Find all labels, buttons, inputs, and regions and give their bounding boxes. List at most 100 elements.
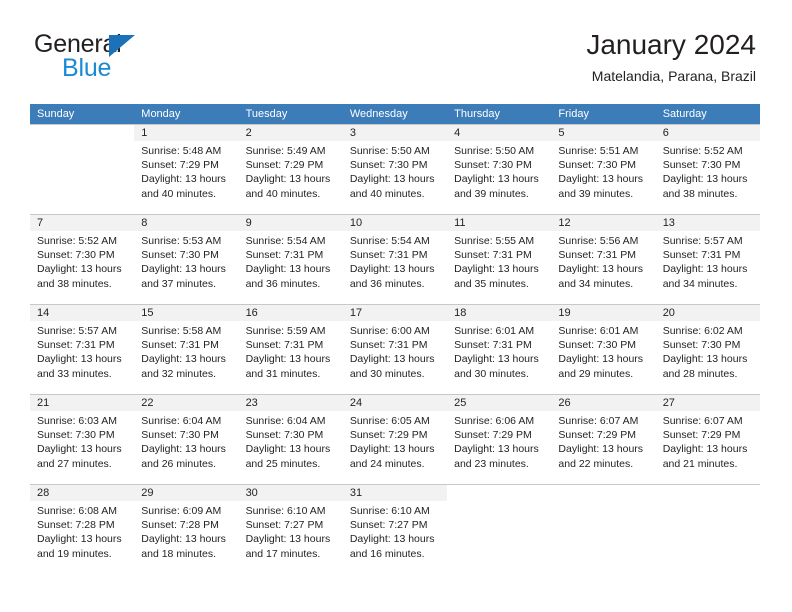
daylight-line-2: and 21 minutes. [662,457,738,470]
day-number: 26 [551,395,656,411]
day-cell-inner: 19 Sunrise: 6:01 AM Sunset: 7:30 PM Dayl… [551,305,656,394]
daylight-line-1: Daylight: 13 hours [454,263,539,276]
day-cell[interactable] [447,484,552,575]
day-details: Sunrise: 6:10 AM Sunset: 7:27 PM Dayligh… [239,501,343,561]
day-cell-inner [447,485,552,575]
calendar-page: General Blue January 2024 Matelandia, Pa… [0,0,792,612]
day-cell[interactable]: 12 Sunrise: 5:56 AM Sunset: 7:31 PM Dayl… [551,214,656,305]
day-cell[interactable]: 25 Sunrise: 6:06 AM Sunset: 7:29 PM Dayl… [447,394,552,485]
day-cell-inner: 22 Sunrise: 6:04 AM Sunset: 7:30 PM Dayl… [134,395,239,484]
day-cell[interactable]: 10 Sunrise: 5:54 AM Sunset: 7:31 PM Dayl… [342,214,448,305]
day-number: 29 [134,485,239,501]
day-cell[interactable]: 27 Sunrise: 6:07 AM Sunset: 7:29 PM Dayl… [655,394,760,485]
day-cell[interactable]: 21 Sunrise: 6:03 AM Sunset: 7:30 PM Dayl… [30,394,135,485]
day-cell[interactable]: 5 Sunrise: 5:51 AM Sunset: 7:30 PM Dayli… [551,124,656,215]
day-cell-inner: 31 Sunrise: 6:10 AM Sunset: 7:27 PM Dayl… [342,485,448,575]
day-number: 14 [30,305,135,321]
day-cell[interactable]: 16 Sunrise: 5:59 AM Sunset: 7:31 PM Dayl… [238,304,343,395]
daylight-line-2: and 36 minutes. [245,277,321,290]
day-cell[interactable] [551,484,656,575]
day-cell[interactable]: 30 Sunrise: 6:10 AM Sunset: 7:27 PM Dayl… [238,484,343,575]
daylight-line-1: Daylight: 13 hours [662,263,748,276]
day-cell[interactable]: 26 Sunrise: 6:07 AM Sunset: 7:29 PM Dayl… [551,394,656,485]
day-cell[interactable]: 2 Sunrise: 5:49 AM Sunset: 7:29 PM Dayli… [238,124,343,215]
day-cell[interactable]: 28 Sunrise: 6:08 AM Sunset: 7:28 PM Dayl… [30,484,135,575]
day-cell[interactable]: 4 Sunrise: 5:50 AM Sunset: 7:30 PM Dayli… [447,124,552,215]
daylight-line-2: and 30 minutes. [349,367,425,380]
sunset-line: Sunset: 7:31 PM [349,339,428,352]
general-blue-logo[interactable]: General Blue [34,30,224,82]
daylight-line-2: and 28 minutes. [662,367,738,380]
sunset-line: Sunset: 7:27 PM [245,519,324,532]
sunset-line: Sunset: 7:30 PM [558,339,637,352]
day-details: Sunrise: 6:05 AM Sunset: 7:29 PM Dayligh… [343,411,447,471]
day-cell-inner: 11 Sunrise: 5:55 AM Sunset: 7:31 PM Dayl… [447,215,552,304]
sunrise-line: Sunrise: 5:59 AM [245,325,326,337]
daylight-line-2: and 30 minutes. [454,367,529,380]
daylight-line-1: Daylight: 13 hours [37,263,122,276]
day-number: 10 [342,215,448,231]
day-number: 6 [655,125,760,141]
title-block: January 2024 Matelandia, Parana, Brazil [586,28,756,86]
daylight-line-1: Daylight: 13 hours [558,263,644,276]
day-cell-inner: 8 Sunrise: 5:53 AM Sunset: 7:30 PM Dayli… [134,215,239,304]
day-cell[interactable]: 8 Sunrise: 5:53 AM Sunset: 7:30 PM Dayli… [134,214,239,305]
day-details: Sunrise: 6:00 AM Sunset: 7:31 PM Dayligh… [343,321,447,381]
day-cell-inner: 3 Sunrise: 5:50 AM Sunset: 7:30 PM Dayli… [342,125,448,214]
day-cell[interactable] [30,124,135,215]
day-details: Sunrise: 5:55 AM Sunset: 7:31 PM Dayligh… [447,231,551,291]
day-details [447,501,551,504]
day-number: 17 [342,305,448,321]
daylight-line-2: and 26 minutes. [141,457,216,470]
day-details: Sunrise: 5:54 AM Sunset: 7:31 PM Dayligh… [239,231,343,291]
daylight-line-1: Daylight: 13 hours [454,353,539,366]
sunset-line: Sunset: 7:31 PM [454,249,532,262]
day-cell[interactable]: 3 Sunrise: 5:50 AM Sunset: 7:30 PM Dayli… [342,124,448,215]
day-cell[interactable]: 1 Sunrise: 5:48 AM Sunset: 7:29 PM Dayli… [134,124,239,215]
day-cell-inner: 18 Sunrise: 6:01 AM Sunset: 7:31 PM Dayl… [447,305,552,394]
sunrise-line: Sunrise: 5:49 AM [245,145,326,157]
day-cell-inner: 29 Sunrise: 6:09 AM Sunset: 7:28 PM Dayl… [134,485,239,575]
day-details: Sunrise: 5:58 AM Sunset: 7:31 PM Dayligh… [134,321,238,381]
day-cell[interactable]: 19 Sunrise: 6:01 AM Sunset: 7:30 PM Dayl… [551,304,656,395]
day-cell[interactable]: 20 Sunrise: 6:02 AM Sunset: 7:30 PM Dayl… [655,304,760,395]
day-cell[interactable]: 23 Sunrise: 6:04 AM Sunset: 7:30 PM Dayl… [238,394,343,485]
day-cell[interactable]: 9 Sunrise: 5:54 AM Sunset: 7:31 PM Dayli… [238,214,343,305]
sunrise-line: Sunrise: 5:55 AM [454,235,535,247]
sunrise-line: Sunrise: 6:04 AM [245,415,326,427]
day-cell-inner: 25 Sunrise: 6:06 AM Sunset: 7:29 PM Dayl… [447,395,552,484]
day-details [656,501,760,504]
day-number: 8 [134,215,239,231]
sunset-line: Sunset: 7:30 PM [349,159,428,172]
sunrise-line: Sunrise: 6:10 AM [349,505,430,517]
day-cell[interactable]: 31 Sunrise: 6:10 AM Sunset: 7:27 PM Dayl… [342,484,448,575]
day-details: Sunrise: 5:51 AM Sunset: 7:30 PM Dayligh… [551,141,655,201]
day-cell[interactable]: 22 Sunrise: 6:04 AM Sunset: 7:30 PM Dayl… [134,394,239,485]
daylight-line-2: and 23 minutes. [454,457,529,470]
day-cell-inner: 12 Sunrise: 5:56 AM Sunset: 7:31 PM Dayl… [551,215,656,304]
day-cell[interactable]: 18 Sunrise: 6:01 AM Sunset: 7:31 PM Dayl… [447,304,552,395]
day-cell[interactable]: 17 Sunrise: 6:00 AM Sunset: 7:31 PM Dayl… [342,304,448,395]
day-cell[interactable]: 11 Sunrise: 5:55 AM Sunset: 7:31 PM Dayl… [447,214,552,305]
daylight-line-2: and 38 minutes. [37,277,112,290]
day-cell-inner: 1 Sunrise: 5:48 AM Sunset: 7:29 PM Dayli… [134,125,239,214]
day-cell[interactable]: 6 Sunrise: 5:52 AM Sunset: 7:30 PM Dayli… [655,124,760,215]
day-details: Sunrise: 6:10 AM Sunset: 7:27 PM Dayligh… [343,501,447,561]
day-cell-inner: 30 Sunrise: 6:10 AM Sunset: 7:27 PM Dayl… [238,485,343,575]
sunset-line: Sunset: 7:29 PM [245,159,324,172]
daylight-line-2: and 25 minutes. [245,457,321,470]
weekday-header-sunday: Sunday [30,104,135,125]
day-cell[interactable]: 7 Sunrise: 5:52 AM Sunset: 7:30 PM Dayli… [30,214,135,305]
daylight-line-1: Daylight: 13 hours [245,173,331,186]
day-cell[interactable]: 14 Sunrise: 5:57 AM Sunset: 7:31 PM Dayl… [30,304,135,395]
day-cell[interactable] [655,484,760,575]
day-cell[interactable]: 24 Sunrise: 6:05 AM Sunset: 7:29 PM Dayl… [342,394,448,485]
day-cell[interactable]: 15 Sunrise: 5:58 AM Sunset: 7:31 PM Dayl… [134,304,239,395]
day-details: Sunrise: 6:02 AM Sunset: 7:30 PM Dayligh… [656,321,760,381]
day-cell-inner: 4 Sunrise: 5:50 AM Sunset: 7:30 PM Dayli… [447,125,552,214]
day-details: Sunrise: 5:57 AM Sunset: 7:31 PM Dayligh… [30,321,134,381]
day-number: 18 [447,305,552,321]
day-cell[interactable]: 13 Sunrise: 5:57 AM Sunset: 7:31 PM Dayl… [655,214,760,305]
day-cell[interactable]: 29 Sunrise: 6:09 AM Sunset: 7:28 PM Dayl… [134,484,239,575]
daylight-line-1: Daylight: 13 hours [662,173,748,186]
